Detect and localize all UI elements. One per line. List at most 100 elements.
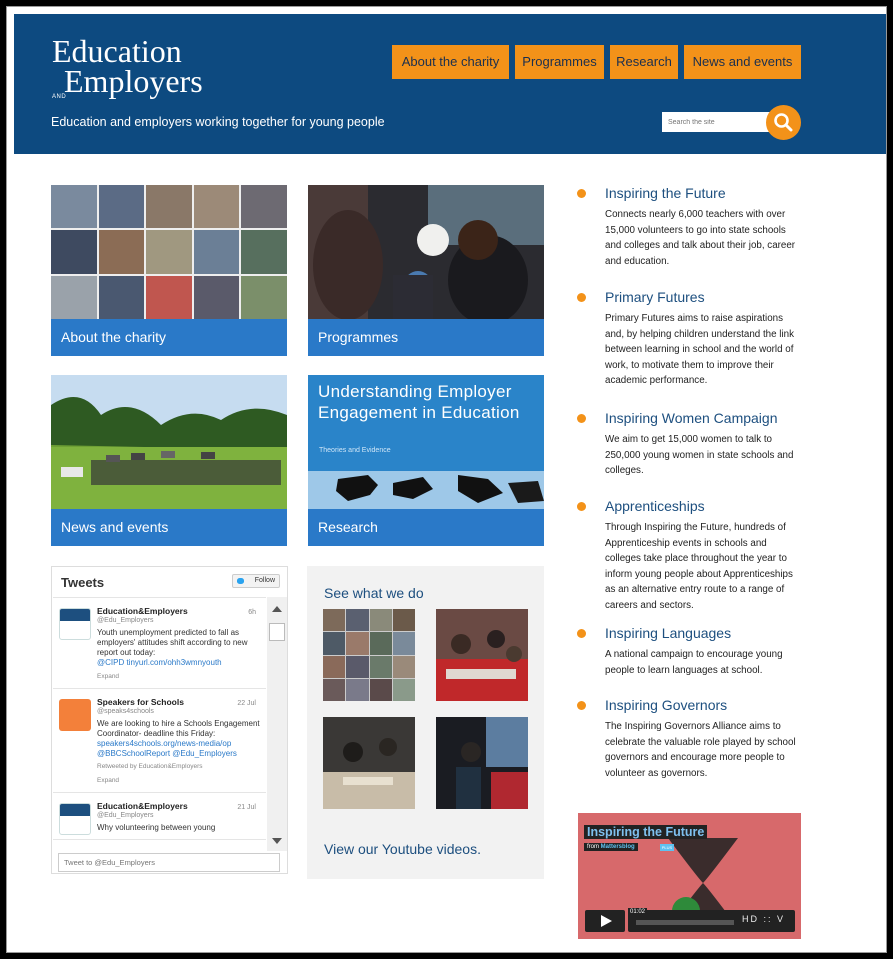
programme-title[interactable]: Inspiring Languages <box>605 625 804 641</box>
programme-primary-futures: Primary Futures Primary Futures aims to … <box>577 289 804 389</box>
tweet-date[interactable]: 21 Jul <box>237 803 256 813</box>
twitter-widget: Tweets Follow Education&Employers 6h @Ed… <box>51 566 288 874</box>
plus-badge-label: PLUS <box>661 845 673 850</box>
tweet-retweet-meta: Retweeted by Education&Employers <box>97 763 203 770</box>
video-controls-icons[interactable]: HD :: V <box>742 914 785 924</box>
tile-research-caption: Research <box>308 509 544 546</box>
tweet-date[interactable]: 22 Jul <box>237 699 256 709</box>
tweet-author[interactable]: Education&Employers <box>97 606 260 616</box>
tile-news-and-events[interactable]: News and events <box>51 375 287 546</box>
programme-description: The Inspiring Governors Alliance aims to… <box>605 721 796 779</box>
follow-button[interactable]: Follow <box>232 574 280 588</box>
news-photo <box>51 375 287 509</box>
programme-title[interactable]: Inspiring Governors <box>605 697 804 713</box>
plus-badge: PLUS <box>660 844 674 851</box>
gallery-thumb[interactable] <box>323 717 415 809</box>
bullet-icon <box>577 629 586 638</box>
about-photo-mosaic <box>51 185 287 319</box>
tweet-text: Youth unemployment predicted to fall as … <box>97 628 248 657</box>
tweet-compose-input[interactable] <box>58 853 280 872</box>
search-input[interactable] <box>662 112 770 132</box>
video-source: from Mattersblog <box>584 843 638 851</box>
research-cover: Understanding Employer Engagement in Edu… <box>308 375 544 509</box>
scroll-up-icon[interactable] <box>272 605 282 613</box>
tile-news-caption: News and events <box>51 509 287 546</box>
search-button[interactable] <box>766 105 801 140</box>
tile-research[interactable]: Understanding Employer Engagement in Edu… <box>308 375 544 546</box>
programme-inspiring-governors: Inspiring Governors The Inspiring Govern… <box>577 697 804 781</box>
video-title[interactable]: Inspiring the Future <box>584 825 708 839</box>
tweet-links[interactable]: speakers4schools.org/news-media/op @BBCS… <box>97 739 260 759</box>
tweets-title: Tweets <box>61 575 105 590</box>
tweet-expand[interactable]: Expand <box>97 776 260 786</box>
tweet-date[interactable]: 6h <box>248 608 256 618</box>
programmes-photo <box>308 185 544 319</box>
tweet-list[interactable]: Education&Employers 6h @Edu_Employers Yo… <box>53 597 266 851</box>
video-time: 01:02 <box>628 908 648 916</box>
tile-programmes-caption: Programmes <box>308 319 544 356</box>
puzzle-graphic <box>308 471 544 509</box>
gallery-thumb[interactable] <box>323 609 415 701</box>
bullet-icon <box>577 502 586 511</box>
youtube-videos-link[interactable]: View our Youtube videos. <box>324 841 481 857</box>
programme-description: Connects nearly 6,000 teachers with over… <box>605 209 796 267</box>
programme-description: Through Inspiring the Future, hundreds o… <box>605 522 793 611</box>
tweet-links[interactable]: @CIPD tinyurl.com/ohh3wmnyouth <box>97 658 260 668</box>
tweet-item[interactable]: Education&Employers 6h @Edu_Employers Yo… <box>53 598 266 689</box>
tweet-text: Why volunteering between young <box>97 823 216 832</box>
programme-description: We aim to get 15,000 women to talk to 25… <box>605 434 794 476</box>
avatar <box>59 699 91 731</box>
bullet-icon <box>577 701 586 710</box>
avatar <box>59 803 91 835</box>
programme-title[interactable]: Primary Futures <box>605 289 804 305</box>
research-cover-title: Understanding Employer Engagement in Edu… <box>318 382 520 422</box>
tweet-handle: @Edu_Employers <box>97 812 154 819</box>
programme-title[interactable]: Apprenticeships <box>605 498 804 514</box>
tile-programmes[interactable]: Programmes <box>308 185 544 356</box>
programme-inspiring-the-future: Inspiring the Future Connects nearly 6,0… <box>577 185 804 269</box>
nav-news-and-events[interactable]: News and events <box>684 45 801 79</box>
nav-about-the-charity[interactable]: About the charity <box>392 45 509 79</box>
page-frame: Education AND Employers About the charit… <box>0 0 893 959</box>
site-tagline: Education and employers working together… <box>51 115 385 129</box>
video-from-label: from <box>587 844 599 850</box>
programme-inspiring-women: Inspiring Women Campaign We aim to get 1… <box>577 410 804 479</box>
tweet-item[interactable]: Education&Employers 21 Jul @Edu_Employer… <box>53 793 266 840</box>
tweet-handle: @Edu_Employers <box>97 617 154 624</box>
research-cover-subtitle: Theories and Evidence <box>319 447 391 454</box>
programme-inspiring-languages: Inspiring Languages A national campaign … <box>577 625 804 678</box>
search-icon <box>774 113 793 132</box>
bullet-icon <box>577 414 586 423</box>
gallery-thumb[interactable] <box>436 609 528 701</box>
video-player[interactable]: Inspiring the Future from Mattersblog PL… <box>578 813 801 939</box>
logo-line-employers: Employers <box>64 63 203 99</box>
scrollbar-thumb[interactable] <box>269 623 285 641</box>
tweet-item[interactable]: Speakers for Schools 22 Jul @speaks4scho… <box>53 689 266 793</box>
video-progress-track[interactable] <box>636 920 734 925</box>
tweet-text: We are looking to hire a Schools Engagem… <box>97 719 260 738</box>
site-logo[interactable]: Education AND Employers <box>52 33 203 100</box>
see-what-we-do-title: See what we do <box>324 585 424 601</box>
nav-programmes[interactable]: Programmes <box>515 45 604 79</box>
programme-title[interactable]: Inspiring Women Campaign <box>605 410 804 426</box>
play-button[interactable] <box>585 910 625 932</box>
video-channel[interactable]: Mattersblog <box>601 844 635 850</box>
tweet-handle: @speaks4schools <box>97 708 154 715</box>
see-what-we-do-panel: See what we do View our Youtube videos. <box>307 566 544 879</box>
logo-and: AND <box>52 94 67 100</box>
logo-line-education: Education <box>52 33 182 69</box>
tweet-author[interactable]: Speakers for Schools <box>97 697 260 707</box>
tile-about-the-charity[interactable]: About the charity <box>51 185 287 356</box>
bullet-icon <box>577 189 586 198</box>
programme-description: A national campaign to encourage young p… <box>605 649 783 676</box>
nav-research[interactable]: Research <box>610 45 678 79</box>
gallery-thumb[interactable] <box>436 717 528 809</box>
programme-apprenticeships: Apprenticeships Through Inspiring the Fu… <box>577 498 804 613</box>
tweet-expand[interactable]: Expand <box>97 672 260 682</box>
tweet-scrollbar[interactable] <box>267 597 287 851</box>
tile-about-caption: About the charity <box>51 319 287 356</box>
site-header: Education AND Employers About the charit… <box>14 14 887 154</box>
scroll-down-icon[interactable] <box>272 837 282 845</box>
programme-title[interactable]: Inspiring the Future <box>605 185 804 201</box>
tweet-author[interactable]: Education&Employers <box>97 801 260 811</box>
